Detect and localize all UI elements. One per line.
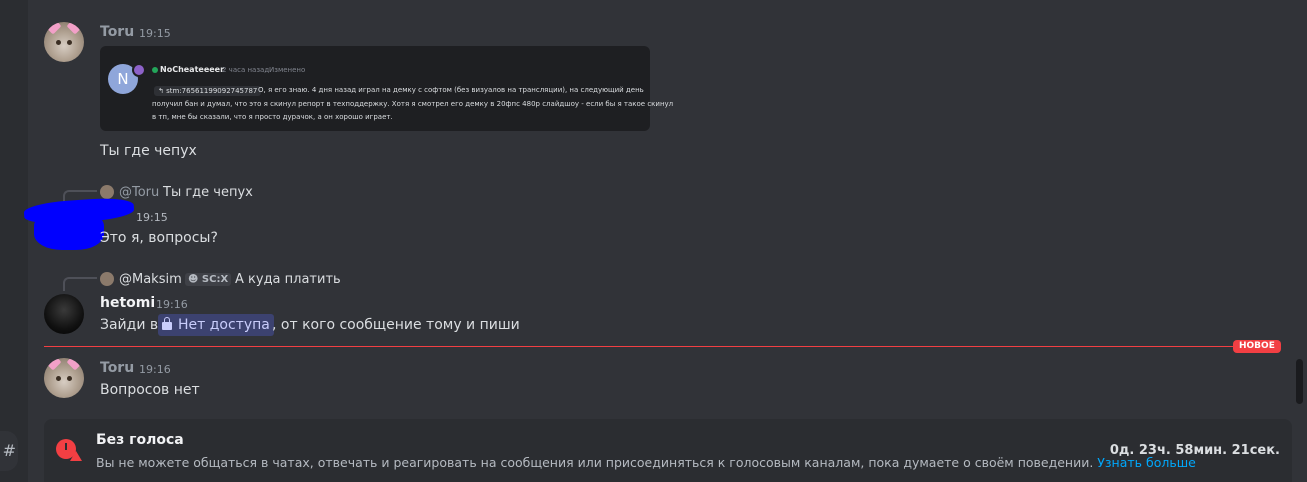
avatar-toru[interactable]: [44, 358, 84, 398]
screenshot-attachment[interactable]: N NoCheateeeer 2 часа назад Изменено ↰ s…: [100, 46, 673, 131]
message-text: Зайди в: [100, 317, 159, 333]
avatar-toru[interactable]: [44, 22, 84, 62]
server-sidebar: #: [0, 0, 28, 482]
channel-mention[interactable]: Нет доступа: [158, 314, 274, 336]
timeout-description-text: Вы не можете общаться в чатах, отвечать …: [96, 455, 1094, 470]
message-text: Вопросов нет: [100, 382, 200, 398]
embed-time-ago: 2 часа назад: [222, 66, 270, 74]
message-text: Это я, вопросы?: [100, 230, 218, 246]
embed-line-1: О, я его знаю. 4 дня назад играл на демк…: [258, 86, 644, 94]
timeout-clock-icon: [56, 439, 82, 461]
message-text: , от кого сообщение тому и пиши: [272, 317, 520, 333]
username-toru[interactable]: Toru: [100, 360, 134, 376]
reply-username[interactable]: @Maksim: [119, 272, 182, 287]
reply-avatar: [100, 272, 114, 286]
embed-line-3: в тп, мне бы сказали, что я просто дурач…: [152, 113, 393, 121]
username-toru[interactable]: Toru: [100, 24, 134, 40]
new-messages-badge: НОВОЕ: [1233, 340, 1281, 353]
timeout-banner: Без голоса Вы не можете общаться в чатах…: [44, 419, 1292, 482]
avatar-hetomi[interactable]: [44, 294, 84, 334]
message-timestamp: 19:15: [139, 27, 171, 40]
timeout-title: Без голоса: [96, 432, 184, 448]
embed-steam-tag: ↰ stm:76561199092745787: [154, 86, 262, 96]
reply-avatar: [100, 185, 114, 199]
timeout-countdown: 0д. 23ч. 58мин. 21сек.: [1109, 443, 1280, 458]
redaction-scribble: [34, 210, 104, 250]
reply-spine: [63, 277, 97, 291]
reply-preview[interactable]: Ты где чепух: [163, 185, 253, 200]
embed-author: NoCheateeeer: [160, 65, 225, 74]
online-status-icon: [152, 67, 158, 73]
clan-tag: ☻ SC:X: [185, 273, 232, 286]
message-timestamp: 19:16: [139, 363, 171, 376]
embed-edited: Изменено: [269, 66, 306, 74]
scrollbar-thumb[interactable]: [1296, 359, 1303, 404]
message-text: Ты где чепух: [100, 143, 197, 159]
reply-preview[interactable]: А куда платить: [235, 272, 341, 287]
embed-avatar-badge: [132, 63, 146, 77]
clan-tag-text: SC:X: [201, 274, 229, 285]
username-hetomi[interactable]: hetomi: [100, 295, 155, 311]
lock-icon: [162, 317, 172, 330]
reply-arrow-icon: ↰: [158, 87, 167, 95]
embed-line-2: получил бан и думал, что это я скинул ре…: [152, 100, 674, 108]
server-button[interactable]: #: [0, 431, 18, 471]
reply-username[interactable]: @Toru: [119, 185, 159, 200]
timeout-description: Вы не можете общаться в чатах, отвечать …: [96, 455, 1196, 470]
message-timestamp: 19:15: [136, 211, 168, 224]
message-timestamp: 19:16: [156, 298, 188, 311]
channel-mention-label: Нет доступа: [178, 317, 270, 333]
embed-tag-text: stm:76561199092745787: [166, 87, 258, 95]
warning-triangle-icon: [70, 451, 82, 461]
tag-icon: ☻: [188, 274, 202, 285]
new-messages-divider: [44, 346, 1278, 347]
